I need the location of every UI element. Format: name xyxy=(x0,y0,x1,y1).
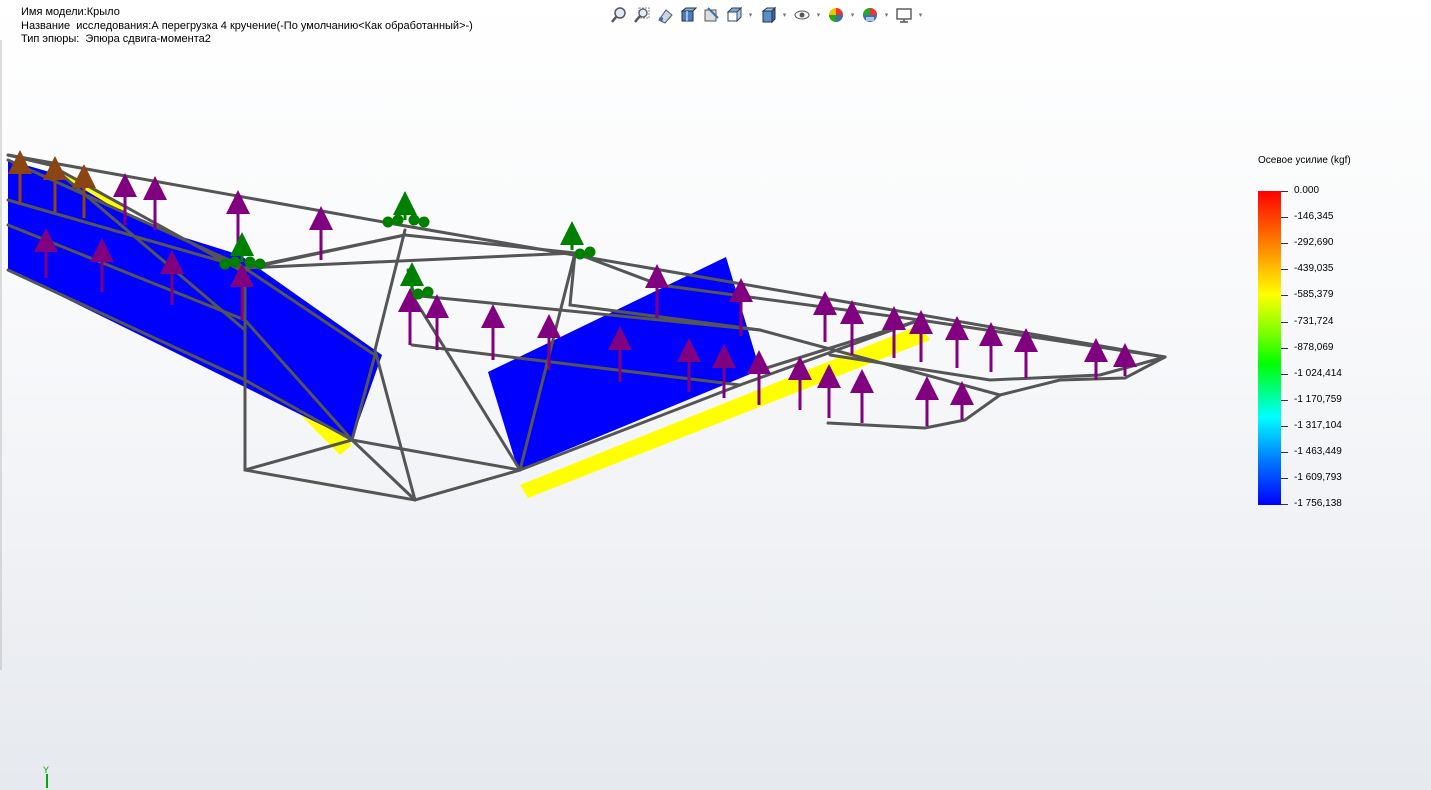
fixture-4 xyxy=(400,262,434,300)
fixture-1 xyxy=(382,191,430,228)
legend-tick xyxy=(1281,191,1288,192)
hide-show-icon[interactable] xyxy=(791,4,812,26)
section-view-icon[interactable] xyxy=(677,4,698,26)
legend-value: -1 463,449 xyxy=(1294,446,1342,457)
legend-value: -1 170,759 xyxy=(1294,393,1342,405)
view-settings-icon[interactable] xyxy=(893,4,914,26)
reference-triad: Y xyxy=(43,765,49,788)
hide-show-dropdown-icon[interactable]: ▾ xyxy=(814,4,823,26)
legend-tick xyxy=(1281,399,1288,401)
graphics-viewport[interactable] xyxy=(0,0,1431,790)
edit-appearance-icon[interactable] xyxy=(825,4,846,26)
previous-view-icon[interactable] xyxy=(654,4,675,26)
legend-tick xyxy=(1281,269,1288,271)
heads-up-view-toolbar: ▾ ▾ ▾ ▾ ▾ ▾ xyxy=(608,2,925,28)
apply-scene-icon[interactable] xyxy=(859,4,880,26)
view-orientation-icon[interactable] xyxy=(723,4,744,26)
legend-value: -1 317,104 xyxy=(1294,419,1342,431)
study-info: Имя модели:Крыло Название исследования:А… xyxy=(21,6,473,47)
study-name-row: Название исследования:А перегрузка 4 кру… xyxy=(21,19,473,32)
display-style-icon[interactable] xyxy=(757,4,778,26)
zoom-area-icon[interactable] xyxy=(631,4,652,26)
legend-tick xyxy=(1281,295,1288,297)
fixture-3 xyxy=(560,221,596,260)
legend-value: -1 609,793 xyxy=(1294,472,1342,484)
legend-value: 0.000 xyxy=(1294,185,1320,196)
legend-tick xyxy=(1281,243,1288,245)
legend-value: -439,035 xyxy=(1294,263,1334,275)
legend-tick xyxy=(1281,504,1288,506)
color-legend: Осевое усилие (kgf) 0.000 -146,345 -292,69… xyxy=(1256,155,1426,509)
legend-tick xyxy=(1281,347,1288,349)
legend-value: -585,379 xyxy=(1294,289,1334,301)
legend-value: -146,345 xyxy=(1294,211,1334,223)
view-orientation-dropdown-icon[interactable]: ▾ xyxy=(746,4,755,26)
view-settings-dropdown-icon[interactable]: ▾ xyxy=(916,4,925,26)
legend-tick xyxy=(1281,321,1288,323)
legend-tick xyxy=(1281,217,1288,219)
legend-tick xyxy=(1281,452,1288,453)
legend-tick xyxy=(1281,425,1288,427)
legend-value: -878,069 xyxy=(1294,341,1334,353)
legend-value: -1 024,414 xyxy=(1294,367,1342,379)
dynamic-annotation-icon[interactable] xyxy=(700,4,721,26)
legend-tick xyxy=(1281,373,1288,375)
zoom-to-fit-icon[interactable] xyxy=(608,4,629,26)
feature-tree-edge xyxy=(0,40,2,670)
plot-type-row: Тип эпюры: Эпюра сдвига-момента2 xyxy=(21,33,211,45)
legend-tick xyxy=(1281,478,1288,480)
display-style-dropdown-icon[interactable]: ▾ xyxy=(780,4,789,26)
model-name-row: Имя модели:Крыло xyxy=(21,6,120,18)
triad-y-label: Y xyxy=(43,765,49,775)
legend-color-bar xyxy=(1258,191,1281,505)
legend-value: -1 756,138 xyxy=(1294,498,1342,510)
legend-value: -731,724 xyxy=(1294,315,1334,327)
edit-appearance-dropdown-icon[interactable]: ▾ xyxy=(848,4,857,26)
legend-value: -292,690 xyxy=(1294,237,1334,249)
legend-title: Осевое усилие (kgf) xyxy=(1258,155,1351,166)
apply-scene-dropdown-icon[interactable]: ▾ xyxy=(882,4,891,26)
